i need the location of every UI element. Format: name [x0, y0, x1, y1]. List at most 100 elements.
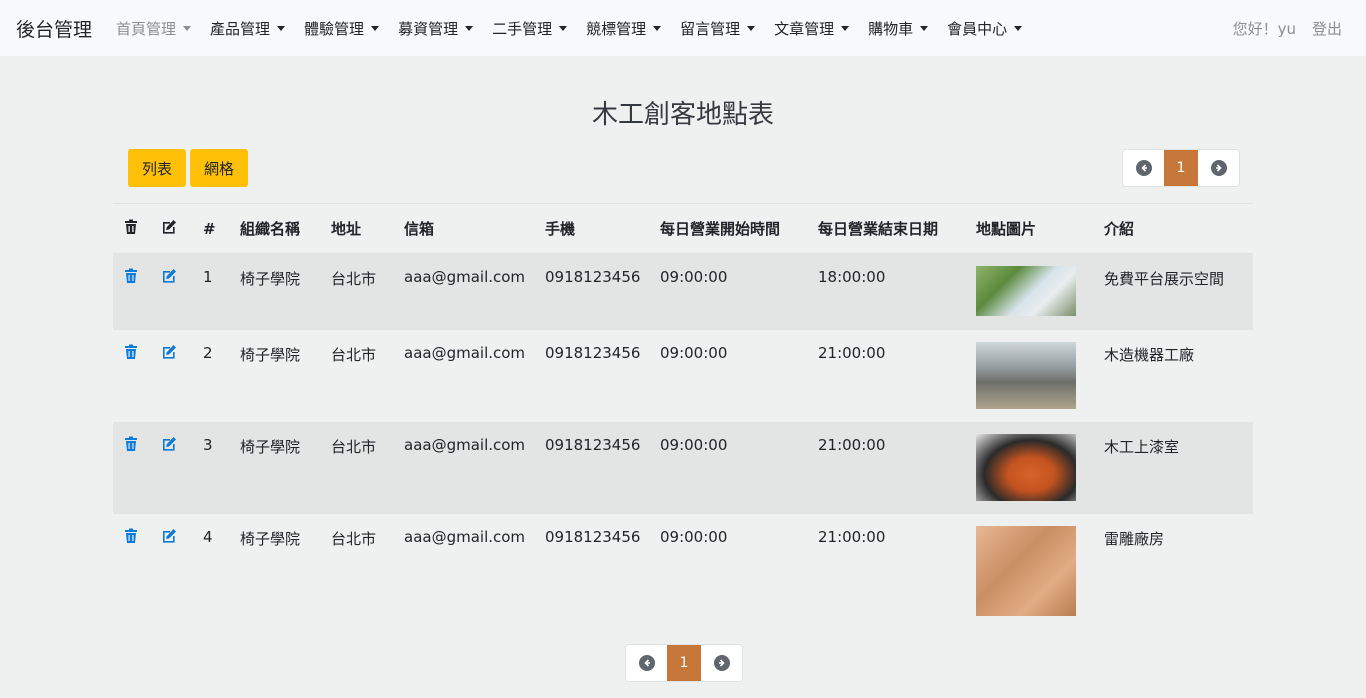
nav-item-secondhand[interactable]: 二手管理	[492, 18, 568, 39]
caret-down-icon	[183, 25, 192, 31]
edit-icon[interactable]	[161, 436, 177, 452]
delete-icon[interactable]	[123, 268, 139, 284]
cell-close-time: 21:00:00	[818, 527, 886, 546]
cell-open-time: 09:00:00	[660, 435, 728, 454]
toolbar: 列表 網格 1	[0, 149, 1366, 189]
logout-link[interactable]: 登出	[1312, 18, 1342, 39]
nav-item-products[interactable]: 產品管理	[210, 18, 286, 39]
brand[interactable]: 後台管理	[16, 15, 92, 42]
header-phone: 手機	[537, 203, 652, 254]
cell-address: 台北市	[331, 437, 377, 456]
user-greeting: 您好！yu	[1232, 19, 1296, 38]
nav-item-auction[interactable]: 競標管理	[586, 18, 662, 39]
prev-page-button[interactable]	[1123, 150, 1164, 186]
navbar: 後台管理 首頁管理 產品管理 體驗管理 募資管理 二手管理 競標管理 留言管理 …	[0, 0, 1366, 56]
header-name: 組織名稱	[232, 203, 323, 254]
caret-down-icon	[841, 25, 850, 31]
locations-table: # 組織名稱 地址 信箱 手機 每日營業開始時間 每日營業結束日期 地點圖片 介…	[113, 203, 1253, 628]
cell-name: 椅子學院	[240, 345, 301, 364]
cell-intro: 免費平台展示空間	[1104, 270, 1225, 288]
nav-user-area: 您好！yu 登出	[1217, 0, 1342, 56]
cell-num: 3	[203, 435, 213, 454]
cell-close-time: 18:00:00	[818, 268, 886, 286]
caret-down-icon	[371, 25, 380, 31]
header-intro: 介紹	[1096, 203, 1253, 254]
delete-icon[interactable]	[123, 436, 139, 452]
location-image	[976, 433, 1076, 501]
cell-close-time: 21:00:00	[818, 343, 886, 362]
cell-email: aaa@gmail.com	[404, 527, 526, 546]
nav-item-articles[interactable]: 文章管理	[774, 18, 850, 39]
caret-down-icon	[559, 25, 568, 31]
cell-intro: 雷雕廠房	[1104, 529, 1165, 548]
caret-down-icon	[653, 25, 662, 31]
cell-open-time: 09:00:00	[660, 343, 728, 362]
cell-open-time: 09:00:00	[660, 527, 728, 546]
prev-page-button[interactable]	[626, 645, 667, 681]
arrow-right-circle-icon	[1210, 160, 1227, 176]
table-row: 4 椅子學院 台北市 aaa@gmail.com 0918123456 09:0…	[113, 514, 1253, 628]
nav-item-cart[interactable]: 購物車	[868, 18, 929, 39]
nav-item-home[interactable]: 首頁管理	[116, 18, 192, 39]
cell-num: 2	[203, 343, 213, 362]
header-close-time: 每日營業結束日期	[810, 203, 968, 254]
cell-email: aaa@gmail.com	[404, 268, 526, 286]
next-page-button[interactable]	[701, 645, 742, 681]
cell-name: 椅子學院	[240, 529, 301, 548]
caret-down-icon	[1014, 25, 1023, 31]
caret-down-icon	[920, 25, 929, 31]
page-title: 木工創客地點表	[591, 100, 774, 130]
table-header-row: # 組織名稱 地址 信箱 手機 每日營業開始時間 每日營業結束日期 地點圖片 介…	[113, 203, 1253, 254]
edit-icon	[161, 219, 177, 235]
location-image	[976, 525, 1076, 616]
caret-down-icon	[747, 25, 756, 31]
next-page-button[interactable]	[1198, 150, 1239, 186]
cell-address: 台北市	[331, 345, 377, 364]
cell-email: aaa@gmail.com	[404, 435, 526, 454]
cell-phone: 0918123456	[545, 343, 641, 362]
delete-icon[interactable]	[123, 344, 139, 360]
cell-intro: 木造機器工廠	[1104, 345, 1195, 364]
caret-down-icon	[465, 25, 474, 31]
location-image	[976, 266, 1076, 316]
table-row: 2 椅子學院 台北市 aaa@gmail.com 0918123456 09:0…	[113, 330, 1253, 422]
header-email: 信箱	[396, 203, 537, 254]
edit-icon[interactable]	[161, 344, 177, 360]
arrow-left-circle-icon	[1135, 160, 1152, 176]
location-image	[976, 341, 1076, 409]
header-delete	[113, 203, 153, 254]
cell-phone: 0918123456	[545, 268, 641, 286]
cell-phone: 0918123456	[545, 527, 641, 546]
header-num: #	[195, 203, 232, 254]
table-row: 1 椅子學院 台北市 aaa@gmail.com 0918123456 09:0…	[113, 253, 1253, 330]
arrow-right-circle-icon	[713, 655, 730, 671]
edit-icon[interactable]	[161, 528, 177, 544]
cell-phone: 0918123456	[545, 435, 641, 454]
caret-down-icon	[277, 25, 286, 31]
cell-num: 4	[203, 527, 213, 546]
header-edit	[153, 203, 195, 254]
page-number-button[interactable]: 1	[1164, 150, 1198, 186]
cell-intro: 木工上漆室	[1104, 437, 1180, 456]
trash-icon	[123, 219, 139, 235]
cell-open-time: 09:00:00	[660, 268, 728, 286]
cell-email: aaa@gmail.com	[404, 343, 526, 362]
list-view-button[interactable]: 列表	[128, 149, 187, 187]
nav-item-comments[interactable]: 留言管理	[680, 18, 756, 39]
nav-item-member[interactable]: 會員中心	[947, 18, 1023, 39]
grid-view-button[interactable]: 網格	[190, 149, 249, 187]
edit-icon[interactable]	[161, 268, 177, 284]
nav-menu: 首頁管理 產品管理 體驗管理 募資管理 二手管理 競標管理 留言管理 文章管理 …	[116, 18, 1041, 39]
nav-item-fundraising[interactable]: 募資管理	[398, 18, 474, 39]
cell-num: 1	[203, 268, 213, 286]
nav-item-experience[interactable]: 體驗管理	[304, 18, 380, 39]
cell-name: 椅子學院	[240, 437, 301, 456]
page-number-button[interactable]: 1	[667, 645, 701, 681]
pagination-bottom: 1	[625, 644, 743, 682]
arrow-left-circle-icon	[638, 655, 655, 671]
header-image: 地點圖片	[968, 203, 1096, 254]
cell-address: 台北市	[331, 270, 377, 288]
cell-close-time: 21:00:00	[818, 435, 886, 454]
pagination-top: 1	[1122, 149, 1240, 187]
delete-icon[interactable]	[123, 528, 139, 544]
